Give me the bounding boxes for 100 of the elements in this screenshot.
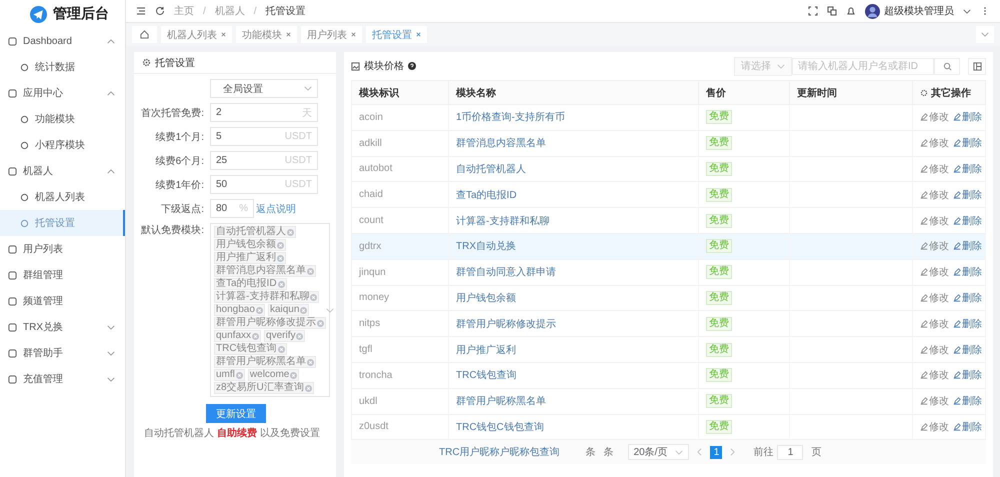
close-icon[interactable] xyxy=(236,372,243,378)
sidebar-item[interactable]: 用户列表 xyxy=(0,236,125,262)
sidebar-subitem[interactable]: 功能模块 xyxy=(0,106,125,132)
table-cell: jinqun xyxy=(359,266,386,278)
action-link[interactable]: 删除 xyxy=(953,136,982,150)
action-link[interactable]: 删除 xyxy=(953,162,982,176)
action-link[interactable]: 删除 xyxy=(953,316,982,331)
sidebar-item[interactable]: 群管助手 xyxy=(0,340,125,366)
columns-button[interactable] xyxy=(968,58,986,74)
sidebar-item[interactable]: Dashboard xyxy=(0,28,125,54)
breadcrumb-item: 托管设置 xyxy=(266,4,306,18)
action-link[interactable]: 修改 xyxy=(920,110,949,124)
action-link[interactable]: 修改 xyxy=(920,265,949,280)
table-row[interactable]: chaid 查Ta的电报ID 免费 修改 删除 xyxy=(352,182,986,208)
page-size-select[interactable]: 20条/页 xyxy=(628,444,690,460)
action-link[interactable]: 修改 xyxy=(920,368,949,382)
page-suffix: 页 xyxy=(811,446,822,460)
breadcrumb-item[interactable]: 主页 xyxy=(174,4,194,18)
action-link[interactable]: 修改 xyxy=(920,316,949,331)
table-cell: ukdl xyxy=(359,396,378,407)
sidebar-item[interactable]: 频道管理 xyxy=(0,288,125,314)
tab[interactable]: 功能模块 xyxy=(236,26,297,43)
close-icon[interactable] xyxy=(221,32,226,37)
table-row[interactable]: tgfl 用户推广返利 免费 修改 删除 xyxy=(352,336,986,362)
action-link[interactable]: 删除 xyxy=(953,368,982,382)
close-icon[interactable] xyxy=(351,32,356,37)
sidebar-item[interactable]: 群组管理 xyxy=(0,262,125,288)
fullscreen-icon[interactable] xyxy=(808,6,818,16)
close-icon[interactable] xyxy=(300,306,308,314)
price-tag: 免费 xyxy=(706,136,732,150)
action-link[interactable]: 修改 xyxy=(920,394,949,408)
home-tab[interactable] xyxy=(132,26,157,43)
tab[interactable]: 用户列表 xyxy=(301,26,362,43)
sidebar-item[interactable]: TRX兑换 xyxy=(0,314,125,340)
action-link[interactable]: 删除 xyxy=(953,239,982,254)
table-row[interactable]: count 计算器-支持群和私聊 免费 修改 删除 xyxy=(352,208,986,234)
action-link[interactable]: 删除 xyxy=(953,394,982,408)
sidebar-item[interactable]: 应用中心 xyxy=(0,80,125,106)
update-button[interactable]: 更新设置 xyxy=(206,404,266,423)
page-button[interactable]: 1 xyxy=(710,446,722,459)
table-row[interactable]: ukdl 群管用户昵称黑名单 免费 修改 删除 xyxy=(352,388,986,414)
table-row[interactable]: acoin 1币价格查询-支持所有币 免费 修改 删除 xyxy=(352,104,986,130)
action-link[interactable]: 修改 xyxy=(920,136,949,150)
action-link[interactable]: 删除 xyxy=(953,290,982,305)
sidebar-item[interactable]: 机器人 xyxy=(0,158,125,184)
action-link[interactable]: 删除 xyxy=(953,265,982,280)
tab[interactable]: 托管设置 xyxy=(366,26,427,43)
action-link[interactable]: 删除 xyxy=(953,188,982,202)
refresh-icon[interactable] xyxy=(155,6,165,16)
next-icon[interactable] xyxy=(730,448,736,456)
search-button[interactable] xyxy=(934,58,960,74)
table-row[interactable]: gdtrx TRX自动兑换 免费 修改 删除 xyxy=(352,233,986,260)
sidebar-item[interactable]: 充值管理 xyxy=(0,366,125,392)
prev-icon[interactable] xyxy=(697,448,702,456)
avatar[interactable] xyxy=(865,4,880,18)
action-link[interactable]: 修改 xyxy=(920,342,949,357)
close-icon[interactable] xyxy=(256,306,263,314)
sidebar-subitem[interactable]: 机器人列表 xyxy=(0,184,125,210)
action-link[interactable]: 删除 xyxy=(953,214,982,228)
sidebar-subitem[interactable]: 统计数据 xyxy=(0,54,125,80)
close-icon[interactable] xyxy=(416,32,421,37)
close-icon[interactable] xyxy=(296,332,304,340)
action-link[interactable]: 修改 xyxy=(920,188,949,202)
table-row[interactable]: autobot 自动托管机器人 免费 修改 删除 xyxy=(352,156,986,182)
close-icon[interactable] xyxy=(278,346,285,352)
table-row[interactable]: money 用户钱包余额 免费 修改 删除 xyxy=(352,285,986,311)
search-field[interactable]: 请输入机器人用户名或群ID xyxy=(792,58,934,74)
action-link[interactable]: 修改 xyxy=(920,239,949,254)
rebate-link[interactable]: 返点说明 xyxy=(256,202,296,216)
close-icon[interactable] xyxy=(286,32,291,37)
page-input[interactable]: 1 xyxy=(777,444,804,460)
action-link[interactable]: 修改 xyxy=(920,290,949,305)
table-row[interactable]: troncha TRC钱包查询 免费 修改 删除 xyxy=(352,362,986,388)
table-row[interactable]: jinqun 群管自动同意入群申请 免费 修改 删除 xyxy=(352,259,986,286)
tabs-dropdown[interactable] xyxy=(976,26,994,43)
close-icon[interactable] xyxy=(304,384,312,392)
close-icon[interactable] xyxy=(290,372,298,378)
action-link[interactable]: 修改 xyxy=(920,420,949,434)
close-icon[interactable] xyxy=(278,280,285,288)
action-link[interactable]: 修改 xyxy=(920,214,949,228)
edit-icon xyxy=(920,139,928,148)
action-link[interactable]: 修改 xyxy=(920,162,949,176)
close-icon[interactable] xyxy=(310,294,318,300)
sidebar-subitem[interactable]: 托管设置 xyxy=(0,210,125,236)
sidebar-subitem[interactable]: 小程序模块 xyxy=(0,132,125,158)
edit-icon xyxy=(920,294,928,302)
action-link[interactable]: 删除 xyxy=(953,110,982,124)
action-link[interactable]: 删除 xyxy=(953,420,982,434)
price-tag: 免费 xyxy=(706,316,732,331)
breadcrumb-item[interactable]: 机器人 xyxy=(214,4,245,18)
scope-select[interactable]: 全局设置 xyxy=(210,79,318,98)
translate-icon[interactable] xyxy=(827,6,837,16)
bell-icon[interactable] xyxy=(846,6,856,16)
user-menu[interactable]: 超级模块管理员 xyxy=(884,4,954,18)
input-field[interactable]: 80 % xyxy=(210,199,254,218)
action-link[interactable]: 删除 xyxy=(953,342,982,357)
table-row[interactable]: adkill 群管消息内容黑名单 免费 修改 删除 xyxy=(352,130,986,156)
tab[interactable]: 机器人列表 xyxy=(161,26,232,43)
table-row[interactable]: nitps 群管用户昵称修改提示 免费 修改 删除 xyxy=(352,310,986,337)
close-icon[interactable] xyxy=(252,332,260,340)
